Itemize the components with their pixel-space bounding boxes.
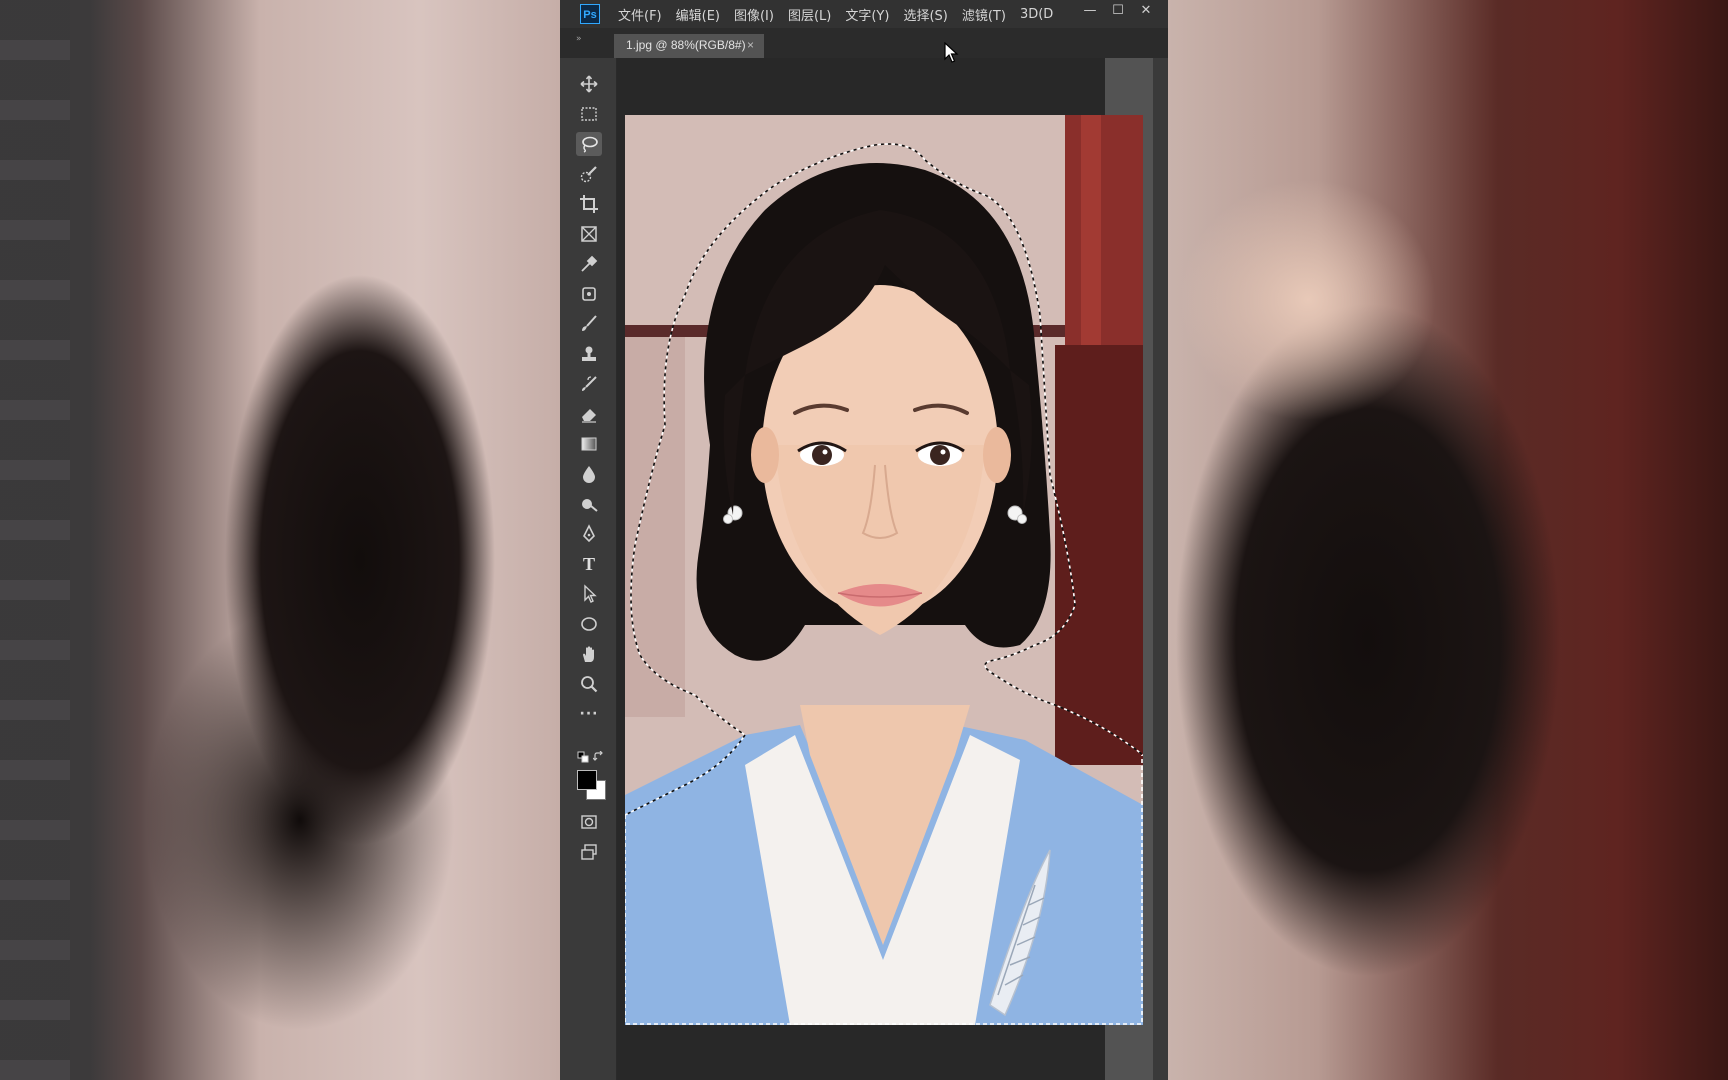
- tools-panel: T ···: [560, 58, 617, 1080]
- menu-edit[interactable]: 编辑(E): [676, 5, 720, 24]
- menu-3d[interactable]: 3D(D: [1020, 7, 1053, 22]
- document-tab[interactable]: 1.jpg @ 88%(RGB/8#) ×: [614, 34, 764, 58]
- type-icon[interactable]: T: [576, 552, 602, 576]
- window-controls: — ☐ ✕: [1076, 0, 1160, 20]
- hand-icon[interactable]: [576, 642, 602, 666]
- close-icon[interactable]: ✕: [1132, 3, 1160, 18]
- eraser-icon[interactable]: [576, 402, 602, 426]
- frame-icon[interactable]: [576, 222, 602, 246]
- maximize-icon[interactable]: ☐: [1104, 3, 1132, 18]
- menu-type[interactable]: 文字(Y): [845, 5, 889, 24]
- blurred-background-left: [0, 0, 560, 1080]
- more-tools-icon[interactable]: ···: [576, 702, 602, 726]
- clone-stamp-icon[interactable]: [576, 342, 602, 366]
- quick-mask-icon[interactable]: [576, 810, 602, 834]
- dodge-icon[interactable]: [576, 492, 602, 516]
- blurred-background-right: [1168, 0, 1728, 1080]
- eyedropper-icon[interactable]: [576, 252, 602, 276]
- type-tool-glyph: T: [582, 553, 595, 574]
- right-panel-edge: [1153, 58, 1168, 1080]
- photoshop-logo-icon: Ps: [580, 4, 600, 24]
- gradient-icon[interactable]: [576, 432, 602, 456]
- swap-colors-icon[interactable]: [592, 748, 605, 761]
- menu-select[interactable]: 选择(S): [903, 5, 947, 24]
- document-tab-bar: » 1.jpg @ 88%(RGB/8#) ×: [560, 28, 1168, 58]
- tab-close-icon[interactable]: ×: [747, 34, 754, 56]
- path-select-icon[interactable]: [576, 582, 602, 606]
- menu-image[interactable]: 图像(I): [734, 5, 774, 24]
- menu-layer[interactable]: 图层(L): [788, 5, 831, 24]
- lasso-icon[interactable]: [576, 132, 602, 156]
- marquee-icon[interactable]: [576, 102, 602, 126]
- pen-icon[interactable]: [576, 522, 602, 546]
- more-tools-glyph: ···: [579, 706, 599, 722]
- mouse-cursor-icon: [944, 41, 960, 68]
- zoom-icon[interactable]: [576, 672, 602, 696]
- spot-healing-icon[interactable]: [576, 282, 602, 306]
- ellipse-icon[interactable]: [576, 612, 602, 636]
- quick-select-icon[interactable]: [576, 162, 602, 186]
- foreground-color-swatch[interactable]: [577, 770, 597, 790]
- menu-bar: Ps 文件(F) 编辑(E) 图像(I) 图层(L) 文字(Y) 选择(S) 滤…: [560, 0, 1168, 28]
- portrait-illustration: [625, 115, 1143, 1025]
- default-colors-icon[interactable]: [577, 748, 589, 763]
- menu-file[interactable]: 文件(F): [618, 5, 662, 24]
- blurred-toolbar-strip: [0, 0, 70, 1080]
- blur-icon[interactable]: [576, 462, 602, 486]
- document-tab-label: 1.jpg @ 88%(RGB/8#): [626, 38, 746, 52]
- collapse-panel-icon[interactable]: »: [576, 34, 582, 44]
- crop-icon[interactable]: [576, 192, 602, 216]
- move-icon[interactable]: [576, 72, 602, 96]
- brush-icon[interactable]: [576, 312, 602, 336]
- screen-mode-icon[interactable]: [576, 840, 602, 864]
- minimize-icon[interactable]: —: [1076, 3, 1104, 18]
- menu-filter[interactable]: 滤镜(T): [962, 5, 1006, 24]
- history-brush-icon[interactable]: [576, 372, 602, 396]
- document-canvas-image[interactable]: [625, 115, 1143, 1025]
